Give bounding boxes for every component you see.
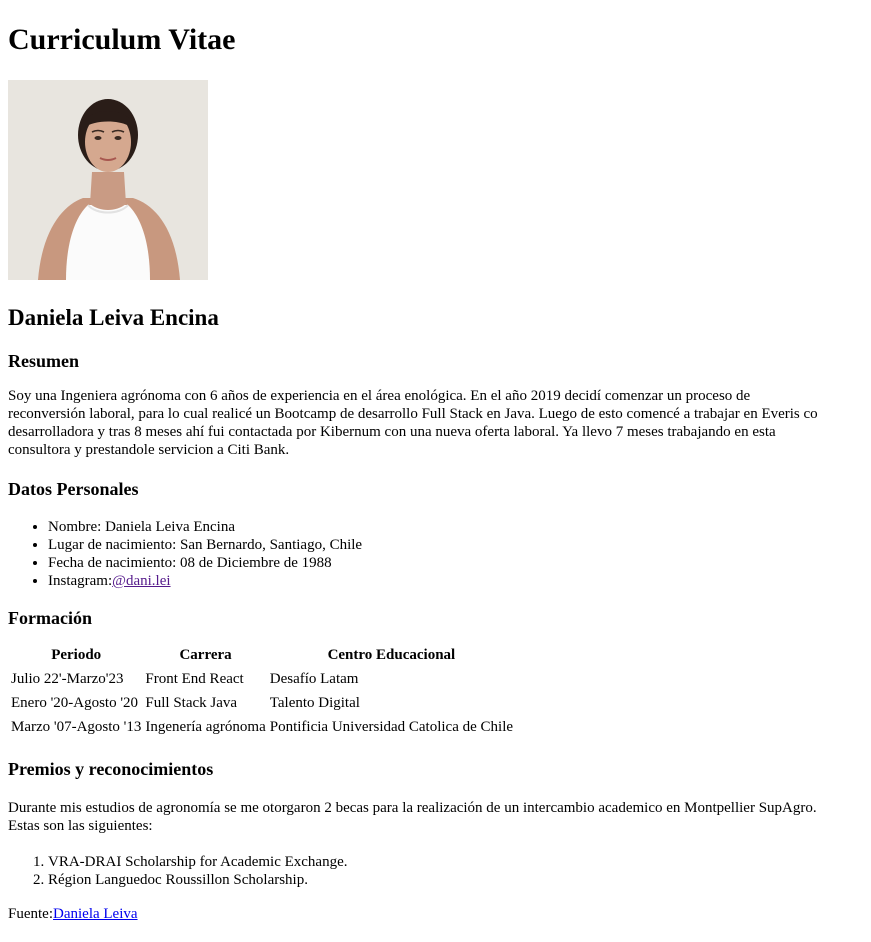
personal-birthplace-item: Lugar de nacimiento: San Bernardo, Santi… (48, 536, 871, 554)
summary-line: desarrolladora y tras 8 meses ahí fui co… (8, 424, 776, 440)
source-label: Fuente: (8, 906, 53, 922)
personal-birthdate-item: Fecha de nacimiento: 08 de Diciembre de … (48, 554, 871, 572)
awards-intro: Durante mis estudios de agronomía se me … (8, 799, 871, 835)
page-title: Curriculum Vitae (8, 23, 236, 56)
source-line: Fuente:Daniela Leiva (8, 905, 871, 923)
table-cell: Full Stack Java (145, 695, 238, 711)
source-link[interactable]: Daniela Leiva (53, 906, 138, 922)
table-cell: Front End React (145, 671, 244, 687)
table-cell: Pontificia Universidad Catolica de Chile (269, 719, 514, 735)
column-header-carrera: Carrera (179, 647, 232, 663)
summary-line: Soy una Ingeniera agrónoma con 6 años de… (8, 388, 751, 404)
table-cell: Julio 22'-Marzo'23 (11, 671, 124, 687)
table-row: Julio 22'-Marzo'23 Front End React Desaf… (10, 668, 514, 690)
summary-line: reconversión laboral, para lo cual reali… (8, 406, 818, 422)
table-cell: Talento Digital (269, 695, 360, 711)
cv-page: Curriculum Vitae Daniela Leiva Encina Re… (0, 0, 871, 923)
table-header-row: Periodo Carrera Centro Educacional (10, 644, 514, 666)
summary-heading: Resumen (8, 351, 79, 371)
instagram-label: Instagram: (48, 573, 113, 589)
table-cell: Ingenería agrónoma (145, 719, 266, 735)
table-row: Enero '20-Agosto '20 Full Stack Java Tal… (10, 692, 514, 714)
personal-data-list: Nombre: Daniela Leiva Encina Lugar de na… (8, 518, 871, 590)
awards-intro-line: Estas son las siguientes: (8, 818, 153, 834)
table-cell: Marzo '07-Agosto '13 (11, 719, 142, 735)
personal-heading: Datos Personales (8, 479, 139, 499)
profile-name: Daniela Leiva Encina (8, 305, 219, 330)
table-cell: Desafío Latam (269, 671, 359, 687)
awards-intro-line: Durante mis estudios de agronomía se me … (8, 800, 817, 816)
awards-list: VRA-DRAI Scholarship for Academic Exchan… (8, 853, 871, 889)
column-header-centro: Centro Educacional (327, 647, 456, 663)
education-heading: Formación (8, 608, 92, 628)
education-table: Periodo Carrera Centro Educacional Julio… (8, 642, 516, 740)
personal-instagram-item: Instagram:@dani.lei (48, 572, 871, 590)
table-cell: Enero '20-Agosto '20 (11, 695, 139, 711)
personal-name-item: Nombre: Daniela Leiva Encina (48, 518, 871, 536)
summary-text: Soy una Ingeniera agrónoma con 6 años de… (8, 387, 871, 459)
award-item: VRA-DRAI Scholarship for Academic Exchan… (48, 853, 871, 871)
column-header-periodo: Periodo (51, 647, 102, 663)
profile-photo (8, 80, 208, 280)
profile-photo-image (8, 80, 208, 280)
award-item: Région Languedoc Roussillon Scholarship. (48, 871, 871, 889)
table-row: Marzo '07-Agosto '13 Ingenería agrónoma … (10, 716, 514, 738)
awards-heading: Premios y reconocimientos (8, 759, 214, 779)
instagram-link[interactable]: @dani.lei (112, 573, 170, 589)
summary-line: consultora y prestandole servicion a Cit… (8, 442, 290, 458)
